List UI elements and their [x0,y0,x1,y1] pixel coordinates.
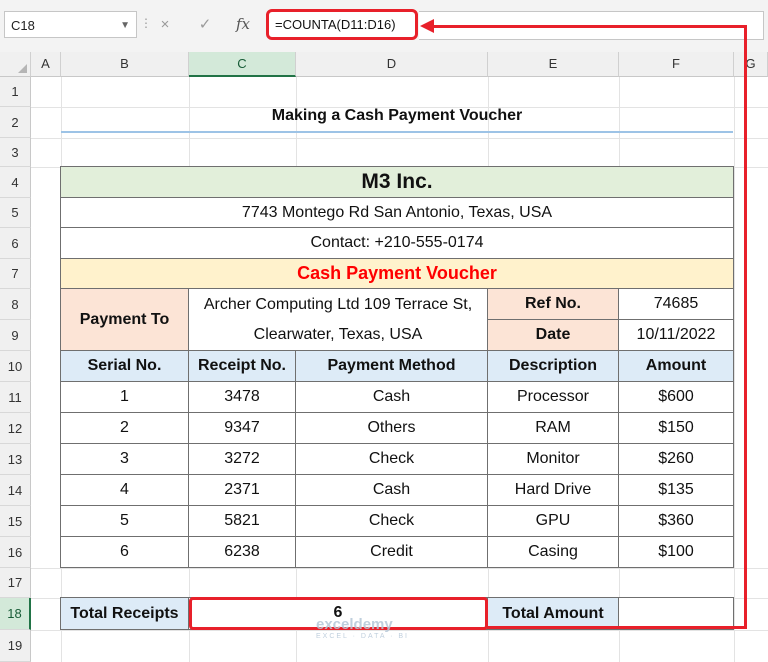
name-box-value: C18 [11,18,35,33]
table-cell[interactable]: Processor [488,382,619,413]
row-header-17[interactable]: 17 [0,568,31,598]
row-header-7[interactable]: 7 [0,259,31,289]
row-header-6[interactable]: 6 [0,228,31,259]
column-header-e[interactable]: E [488,52,619,77]
column-header-c[interactable]: C [189,52,296,77]
table-cell[interactable]: $150 [619,413,734,444]
insert-function-icon[interactable]: fx [229,11,257,38]
row-header-5[interactable]: 5 [0,198,31,228]
table-cell[interactable]: Hard Drive [488,475,619,506]
table-cell[interactable]: 6238 [189,537,296,568]
table-cell[interactable]: 9347 [189,413,296,444]
title-underline [61,131,733,133]
table-cell[interactable]: Cash [296,475,488,506]
date-label[interactable]: Date [488,320,619,351]
header-serial-no[interactable]: Serial No. [61,351,189,382]
table-cell[interactable]: 4 [61,475,189,506]
table-cell[interactable]: $260 [619,444,734,475]
row-header-13[interactable]: 13 [0,444,31,475]
arrow-line-right [744,25,747,629]
table-cell[interactable]: $135 [619,475,734,506]
name-box[interactable]: C18 ▼ [4,11,137,38]
row-header-2[interactable]: 2 [0,107,31,138]
table-cell[interactable]: Monitor [488,444,619,475]
voucher-heading[interactable]: Cash Payment Voucher [61,259,734,289]
row-header-3[interactable]: 3 [0,138,31,167]
table-cell[interactable]: 2371 [189,475,296,506]
formula-input[interactable]: =COUNTA(D11:D16) [266,9,418,40]
row-header-9[interactable]: 9 [0,320,31,351]
row-header-16[interactable]: 16 [0,537,31,568]
total-receipts-label[interactable]: Total Receipts [61,598,189,630]
payee-line-2: Clearwater, Texas, USA [253,325,423,343]
row-header-4[interactable]: 4 [0,167,31,198]
row-header-15[interactable]: 15 [0,506,31,537]
sheet-title[interactable]: Making a Cash Payment Voucher [61,107,733,125]
select-all-corner[interactable] [0,52,31,77]
arrow-head-icon [420,19,434,33]
table-cell[interactable]: 3 [61,444,189,475]
row-header-11[interactable]: 11 [0,382,31,413]
company-name[interactable]: M3 Inc. [61,167,734,198]
header-description[interactable]: Description [488,351,619,382]
header-payment-method[interactable]: Payment Method [296,351,488,382]
cancel-icon[interactable]: × [151,11,179,38]
row-header-1[interactable]: 1 [0,77,31,107]
watermark-name: exceldemy [316,616,393,633]
table-cell[interactable]: 5 [61,506,189,537]
table-cell[interactable]: RAM [488,413,619,444]
table-cell[interactable]: 2 [61,413,189,444]
table-cell[interactable]: 3478 [189,382,296,413]
row-header-10[interactable]: 10 [0,351,31,382]
column-header-f[interactable]: F [619,52,734,77]
column-header-d[interactable]: D [296,52,488,77]
table-cell[interactable]: $600 [619,382,734,413]
table-cell[interactable]: $360 [619,506,734,537]
ref-no-value[interactable]: 74685 [619,289,734,320]
watermark-tagline: EXCEL · DATA · BI [316,633,409,640]
table-cell[interactable]: Check [296,444,488,475]
chevron-down-icon[interactable]: ▼ [120,12,130,39]
exceldemy-logo: exceldemy EXCEL · DATA · BI [316,616,409,640]
header-amount[interactable]: Amount [619,351,734,382]
table-cell[interactable]: GPU [488,506,619,537]
row-header-12[interactable]: 12 [0,413,31,444]
table-cell[interactable]: Check [296,506,488,537]
table-cell[interactable]: Credit [296,537,488,568]
date-value[interactable]: 10/11/2022 [619,320,734,351]
arrow-line-bottom [487,626,747,629]
arrow-line-top [433,25,746,28]
table-cell[interactable]: 6 [61,537,189,568]
ref-no-label[interactable]: Ref No. [488,289,619,320]
row-header-18[interactable]: 18 [0,598,31,630]
row-header-14[interactable]: 14 [0,475,31,506]
row-header-19[interactable]: 19 [0,630,31,662]
row-header-8[interactable]: 8 [0,289,31,320]
enter-icon[interactable]: ✓ [191,11,219,38]
column-header-a[interactable]: A [31,52,61,77]
table-cell[interactable]: 1 [61,382,189,413]
table-cell[interactable]: $100 [619,537,734,568]
payment-to-label[interactable]: Payment To [61,289,189,351]
payee-line-1: Archer Computing Ltd 109 Terrace St, [203,295,473,313]
payee-cell[interactable]: Archer Computing Ltd 109 Terrace St, Cle… [189,289,488,351]
table-cell[interactable]: Cash [296,382,488,413]
table-cell[interactable]: Casing [488,537,619,568]
column-header-b[interactable]: B [61,52,189,77]
company-address[interactable]: 7743 Montego Rd San Antonio, Texas, USA [61,198,734,228]
header-receipt-no[interactable]: Receipt No. [189,351,296,382]
company-contact[interactable]: Contact: +210-555-0174 [61,228,734,259]
table-cell[interactable]: Others [296,413,488,444]
column-header-g[interactable]: G [734,52,768,77]
table-cell[interactable]: 3272 [189,444,296,475]
table-cell[interactable]: 5821 [189,506,296,537]
